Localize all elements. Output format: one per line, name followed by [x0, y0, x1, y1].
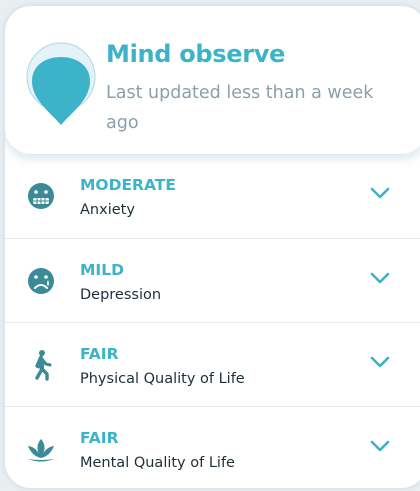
measure-label: Depression [80, 287, 162, 303]
measure-label: Physical Quality of Life [80, 371, 245, 387]
mind-observe-card: Mind observe Last updated less than a we… [5, 6, 420, 488]
severity-level: MILD [80, 261, 124, 279]
measure-label: Anxiety [80, 202, 135, 218]
severity-level: FAIR [80, 429, 119, 447]
card-header: Mind observe Last updated less than a we… [5, 6, 420, 154]
list-item-physical-quality-of-life[interactable]: FAIR Physical Quality of Life [5, 322, 420, 407]
list-item-mental-quality-of-life[interactable]: FAIR Mental Quality of Life [5, 406, 420, 488]
sad-face-icon [28, 268, 54, 294]
lotus-icon [28, 439, 54, 462]
last-updated-text: Last updated less than a week ago [106, 83, 374, 133]
severity-level: FAIR [80, 345, 119, 363]
page-title: Mind observe [106, 40, 286, 68]
walking-person-icon [35, 350, 52, 381]
severity-level: MODERATE [80, 176, 176, 194]
grimace-face-icon [28, 183, 54, 209]
chevron-down-icon[interactable] [369, 355, 391, 369]
mind-pin-logo-icon [26, 42, 96, 125]
list-item-depression[interactable]: MILD Depression [5, 238, 420, 323]
chevron-down-icon[interactable] [369, 271, 391, 285]
measure-label: Mental Quality of Life [80, 455, 235, 471]
chevron-down-icon[interactable] [369, 439, 391, 453]
list-item-anxiety[interactable]: MODERATE Anxiety [5, 154, 420, 238]
chevron-down-icon[interactable] [369, 186, 391, 200]
